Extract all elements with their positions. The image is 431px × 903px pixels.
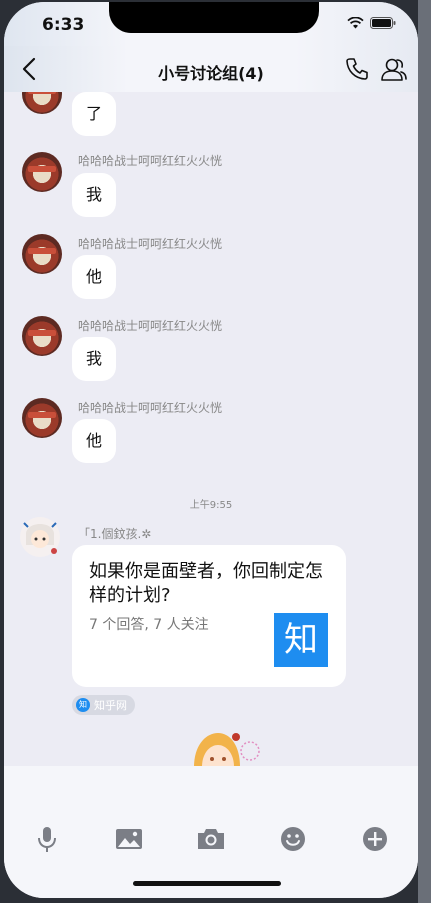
phone-screen: 6:33 小号讨论组(4) 了 哈哈哈战士呵呵红红火火恍 我 哈哈哈战士呵呵红红… bbox=[4, 2, 418, 898]
sender-name: 哈哈哈战士呵呵红红火火恍 bbox=[78, 154, 223, 168]
plus-icon[interactable] bbox=[358, 822, 392, 856]
message-bubble[interactable]: 我 bbox=[72, 337, 117, 381]
source-tag[interactable]: 知 知乎网 bbox=[72, 695, 135, 715]
sender-name: 哈哈哈战士呵呵红红火火恍 bbox=[78, 319, 223, 333]
chat-area[interactable]: 了 哈哈哈战士呵呵红红火火恍 我 哈哈哈战士呵呵红红火火恍 他 哈哈哈战士呵呵红… bbox=[4, 92, 418, 766]
image-icon[interactable] bbox=[112, 822, 146, 856]
background-strip bbox=[418, 0, 431, 903]
nav-actions bbox=[344, 56, 408, 82]
contacts-icon[interactable] bbox=[380, 56, 408, 82]
avatar[interactable] bbox=[22, 316, 62, 356]
status-bar: 6:33 bbox=[4, 2, 418, 46]
home-indicator[interactable] bbox=[133, 881, 281, 886]
avatar[interactable] bbox=[22, 234, 62, 274]
mic-icon[interactable] bbox=[30, 822, 64, 856]
avatar[interactable] bbox=[18, 515, 62, 559]
composer bbox=[4, 766, 418, 898]
emoji-icon[interactable] bbox=[276, 822, 310, 856]
camera-icon[interactable] bbox=[194, 822, 228, 856]
source-label: 知乎网 bbox=[94, 699, 127, 712]
avatar[interactable] bbox=[22, 152, 62, 192]
avatar[interactable] bbox=[22, 398, 62, 438]
avatar[interactable] bbox=[22, 92, 62, 114]
input-toolbar bbox=[4, 822, 418, 862]
notch bbox=[109, 2, 319, 33]
wifi-icon bbox=[347, 17, 364, 29]
message-bubble[interactable]: 了 bbox=[72, 92, 117, 136]
status-time: 6:33 bbox=[42, 15, 85, 35]
status-icons bbox=[347, 17, 396, 29]
device-frame: 6:33 小号讨论组(4) 了 哈哈哈战士呵呵红红火火恍 我 哈哈哈战士呵呵红红… bbox=[0, 0, 431, 903]
message-bubble[interactable]: 他 bbox=[72, 419, 117, 463]
sender-name: 「1.個鈫孩.✲ bbox=[78, 527, 152, 541]
nav-bar: 小号讨论组(4) bbox=[4, 46, 418, 92]
message-bubble[interactable]: 我 bbox=[72, 173, 117, 217]
battery-icon bbox=[370, 17, 396, 29]
card-title: 如果你是面壁者，你回制定怎样的计划? bbox=[89, 561, 323, 606]
zhihu-logo-icon: 知 bbox=[274, 613, 328, 667]
sender-name: 哈哈哈战士呵呵红红火火恍 bbox=[78, 237, 223, 251]
sender-name: 哈哈哈战士呵呵红红火火恍 bbox=[78, 401, 223, 415]
zhihu-icon: 知 bbox=[76, 698, 90, 712]
message-bubble[interactable]: 他 bbox=[72, 255, 117, 299]
message-input[interactable] bbox=[4, 766, 418, 806]
phone-icon[interactable] bbox=[344, 56, 370, 82]
card-meta: 7 个回答, 7 人关注 bbox=[89, 617, 209, 633]
shared-link-card[interactable]: 如果你是面壁者，你回制定怎样的计划? 7 个回答, 7 人关注 知 bbox=[72, 545, 346, 687]
sticker-image[interactable] bbox=[190, 727, 260, 766]
message-timestamp: 上午9:55 bbox=[189, 500, 233, 511]
